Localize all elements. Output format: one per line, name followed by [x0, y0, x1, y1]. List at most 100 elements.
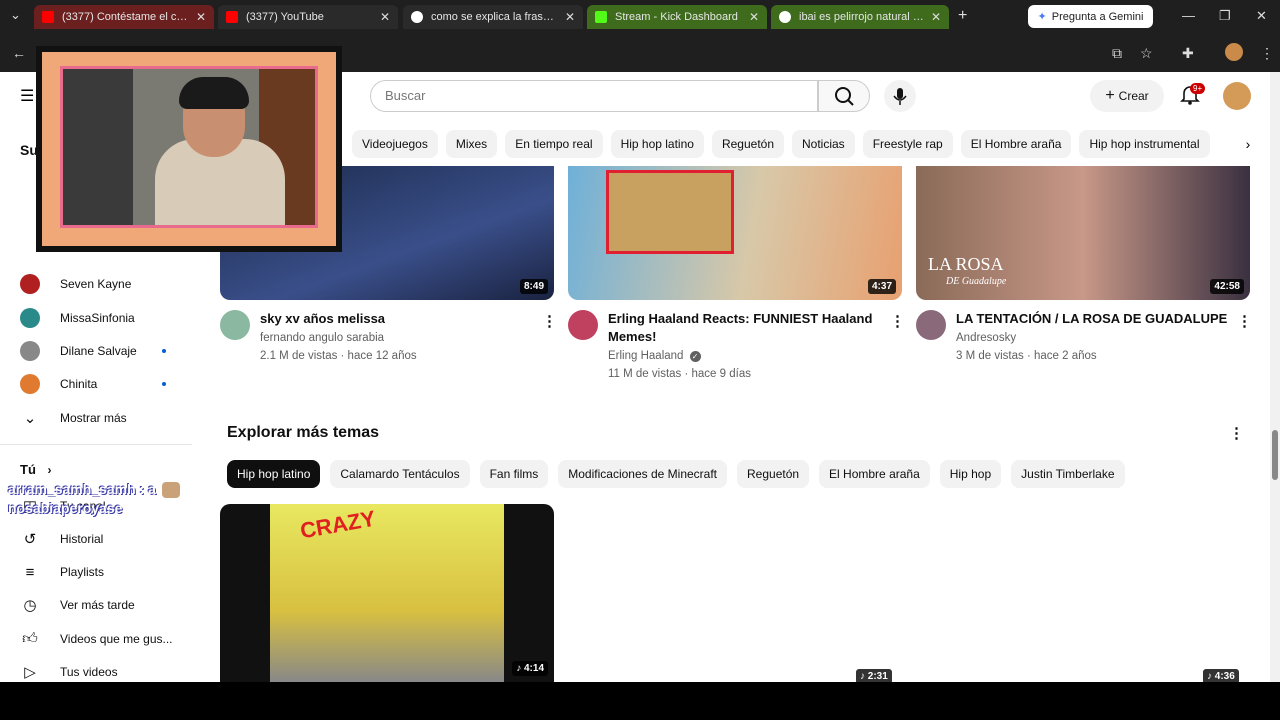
explore-chip-calamardo[interactable]: Calamardo Tentáculos [330, 460, 470, 488]
maximize-button[interactable]: ❐ [1219, 8, 1231, 24]
chevron-down-icon: ⌄ [23, 410, 37, 427]
video-menu-icon[interactable]: ⋮ [542, 312, 557, 330]
channel-avatar[interactable] [220, 310, 250, 340]
short-duration: ♪ 4:36 [1203, 669, 1239, 682]
explore-chip-bar: Hip hop latino Calamardo Tentáculos Fan … [227, 460, 1125, 488]
profile-avatar[interactable] [1225, 43, 1243, 61]
close-tab-icon[interactable]: ✕ [931, 10, 941, 24]
chip-regueton[interactable]: Reguetón [711, 130, 784, 158]
sidebar-sub-seven-kayne[interactable]: Seven Kayne [20, 272, 131, 296]
streamer-hair [179, 77, 249, 109]
channel-avatar[interactable] [568, 310, 598, 340]
video-duration: 8:49 [519, 279, 548, 294]
browser-tab[interactable]: como se explica la frase, yo l ✕ [403, 5, 583, 29]
explore-menu-icon[interactable]: ⋮ [1229, 424, 1244, 442]
minimize-button[interactable]: — [1182, 8, 1195, 23]
chip-en-tiempo-real[interactable]: En tiempo real [505, 130, 603, 158]
chip-el-hombre-arana[interactable]: El Hombre araña [960, 130, 1072, 158]
sidebar-item-historial[interactable]: ↺ Historial [20, 527, 104, 551]
explore-chip-justin-timberlake[interactable]: Justin Timberlake [1011, 460, 1125, 488]
close-tab-icon[interactable]: ✕ [749, 10, 759, 24]
video-title[interactable]: sky xv años melissa [260, 310, 520, 328]
room-background [63, 69, 133, 225]
explore-video-thumbnail[interactable]: CRAZY ♪ 4:14 [220, 504, 554, 682]
webcam-feed [60, 66, 318, 228]
create-button[interactable]: + Crear [1090, 80, 1164, 112]
gemini-button[interactable]: ✦ Pregunta a Gemini [1028, 5, 1153, 28]
sidebar-item-ver-mas-tarde[interactable]: ◷ Ver más tarde [20, 593, 134, 617]
sidebar-sub-dilane-salvaje[interactable]: Dilane Salvaje [20, 339, 137, 363]
clock-icon: ◷ [23, 597, 37, 614]
channel-avatar[interactable] [916, 310, 946, 340]
video-thumbnail[interactable]: LA ROSA DE Guadalupe 42:58 [916, 166, 1250, 300]
video-menu-icon[interactable]: ⋮ [1237, 312, 1252, 330]
close-tab-icon[interactable]: ✕ [565, 10, 575, 24]
stream-chat-message: arram_samh_samh : a nosabiaperoyase [8, 480, 180, 518]
explore-chip-minecraft-mods[interactable]: Modificaciones de Minecraft [558, 460, 727, 488]
history-icon: ↺ [23, 531, 37, 548]
extensions-icon[interactable]: ✚ [1182, 45, 1194, 62]
page-scrollbar[interactable] [1270, 72, 1280, 682]
channel-name[interactable]: Andresosky [956, 332, 1016, 344]
sidebar-item-liked-videos[interactable]: 👍︎ Videos que me gus... [20, 627, 172, 651]
tab-search-icon[interactable]: ⌄ [10, 7, 21, 23]
video-thumbnail[interactable]: 4:37 [568, 166, 902, 300]
search-button[interactable] [818, 80, 870, 112]
explore-chip-hip-hop-latino[interactable]: Hip hop latino [227, 460, 321, 488]
sidebar-item-playlists[interactable]: ≡ Playlists [20, 560, 104, 584]
cast-icon[interactable]: ⧉ [1112, 45, 1122, 62]
thumbs-up-icon: 👍︎ [22, 630, 38, 647]
chip-hip-hop-latino[interactable]: Hip hop latino [610, 130, 704, 158]
menu-dots-icon[interactable]: ⋮ [1260, 45, 1274, 62]
explore-chip-hip-hop[interactable]: Hip hop [939, 460, 1002, 488]
bookmark-star-icon[interactable]: ☆ [1140, 45, 1153, 62]
chip-mixes[interactable]: Mixes [445, 130, 498, 158]
channel-name[interactable]: Erling Haaland ✓ [608, 350, 701, 362]
chips-next-arrow-icon[interactable]: › [1234, 130, 1262, 158]
close-window-button[interactable]: ✕ [1256, 8, 1267, 24]
channel-avatar [20, 374, 40, 394]
sidebar-sub-chinita[interactable]: Chinita [20, 372, 97, 396]
mic-icon [893, 88, 907, 105]
close-tab-icon[interactable]: ✕ [380, 10, 390, 24]
sidebar-show-more[interactable]: ⌄ Mostrar más [20, 406, 127, 430]
browser-tab[interactable]: (3377) Contéstame el cel - Yo ✕ [34, 5, 214, 29]
channel-avatar [20, 308, 40, 328]
new-tab-button[interactable]: + [958, 7, 967, 25]
browser-tab[interactable]: ibai es pelirrojo natural - Bus ✕ [771, 5, 949, 29]
channel-avatar [20, 341, 40, 361]
explore-chip-regueton[interactable]: Reguetón [737, 460, 810, 488]
verified-check-icon: ✓ [689, 351, 701, 362]
account-avatar[interactable] [1223, 82, 1251, 110]
back-arrow-icon[interactable]: ← [12, 45, 26, 61]
explore-section-title: Explorar más temas [227, 424, 380, 441]
search-input[interactable]: Buscar [370, 80, 818, 112]
channel-avatar [20, 274, 40, 294]
chip-freestyle-rap[interactable]: Freestyle rap [862, 130, 953, 158]
voice-search-button[interactable] [884, 80, 916, 112]
chip-hip-hop-instrumental[interactable]: Hip hop instrumental [1079, 130, 1210, 158]
sidebar-item-tus-videos[interactable]: ▷ Tus videos [20, 660, 117, 682]
new-content-dot [162, 349, 166, 353]
scrollbar-thumb[interactable] [1272, 430, 1278, 480]
chip-videojuegos[interactable]: Videojuegos [352, 130, 438, 158]
browser-tab[interactable]: (3377) YouTube ✕ [218, 5, 398, 29]
chip-noticias[interactable]: Noticias [792, 130, 855, 158]
explore-chip-fan-films[interactable]: Fan films [479, 460, 549, 488]
letterbox-bar [0, 682, 1280, 720]
youtube-favicon-icon [42, 11, 54, 23]
browser-tab[interactable]: Stream - Kick Dashboard ✕ [587, 5, 767, 29]
sidebar-sub-missasinfonia[interactable]: MissaSinfonia [20, 306, 135, 330]
screen: ⌄ (3377) Contéstame el cel - Yo ✕ (3377)… [0, 0, 1280, 720]
explore-chip-hombre-arana[interactable]: El Hombre araña [819, 460, 930, 488]
channel-name[interactable]: fernando angulo sarabia [260, 332, 384, 344]
video-title[interactable]: LA TENTACIÓN / LA ROSA DE GUADALUPE [956, 310, 1236, 328]
google-favicon-icon [411, 11, 423, 23]
video-title[interactable]: Erling Haaland Reacts: FUNNIEST Haaland … [608, 310, 878, 346]
you-section-heading[interactable]: Tú › [20, 462, 52, 477]
video-duration: 42:58 [1210, 279, 1244, 294]
video-menu-icon[interactable]: ⋮ [890, 312, 905, 330]
close-tab-icon[interactable]: ✕ [196, 10, 206, 24]
hamburger-menu-icon[interactable]: ☰ [20, 86, 34, 106]
video-stats: 3 M de vistas · hace 2 años [956, 350, 1097, 362]
